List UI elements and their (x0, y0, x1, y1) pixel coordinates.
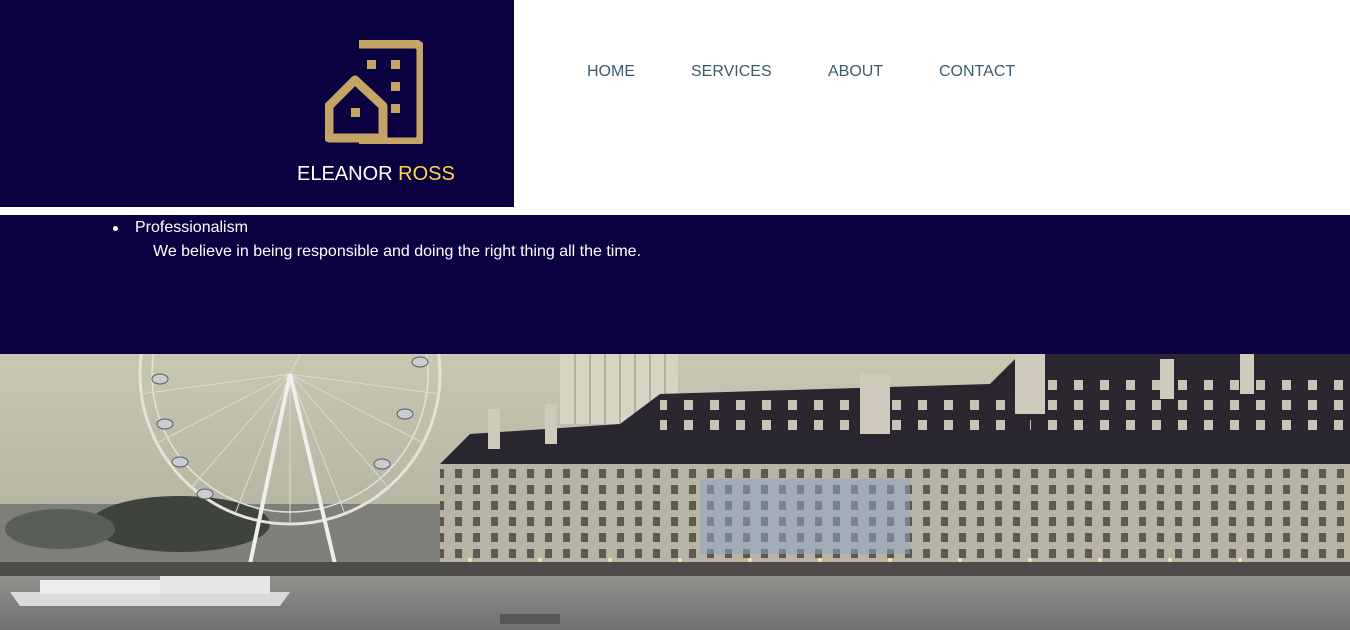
hero-image (0, 354, 1350, 630)
building-house-icon[interactable] (325, 40, 423, 144)
nav-home[interactable]: HOME (587, 63, 635, 81)
brand-block: ELEANOR ROSS (0, 0, 514, 207)
nav-contact[interactable]: CONTACT (939, 63, 1015, 81)
nav-about[interactable]: ABOUT (828, 63, 883, 81)
value-description: We believe in being responsible and doin… (153, 243, 642, 260)
value-title: Professionalism (135, 219, 248, 236)
brand-name[interactable]: ELEANOR ROSS (297, 163, 455, 185)
brand-last-name: ROSS (398, 163, 455, 185)
value-item: Professionalism (113, 219, 248, 237)
brand-first-name: ELEANOR (297, 163, 393, 185)
bullet-icon (113, 226, 118, 231)
hero-photo (0, 354, 1350, 630)
nav-services[interactable]: SERVICES (691, 63, 772, 81)
values-section: Professionalism We believe in being resp… (0, 215, 1350, 354)
